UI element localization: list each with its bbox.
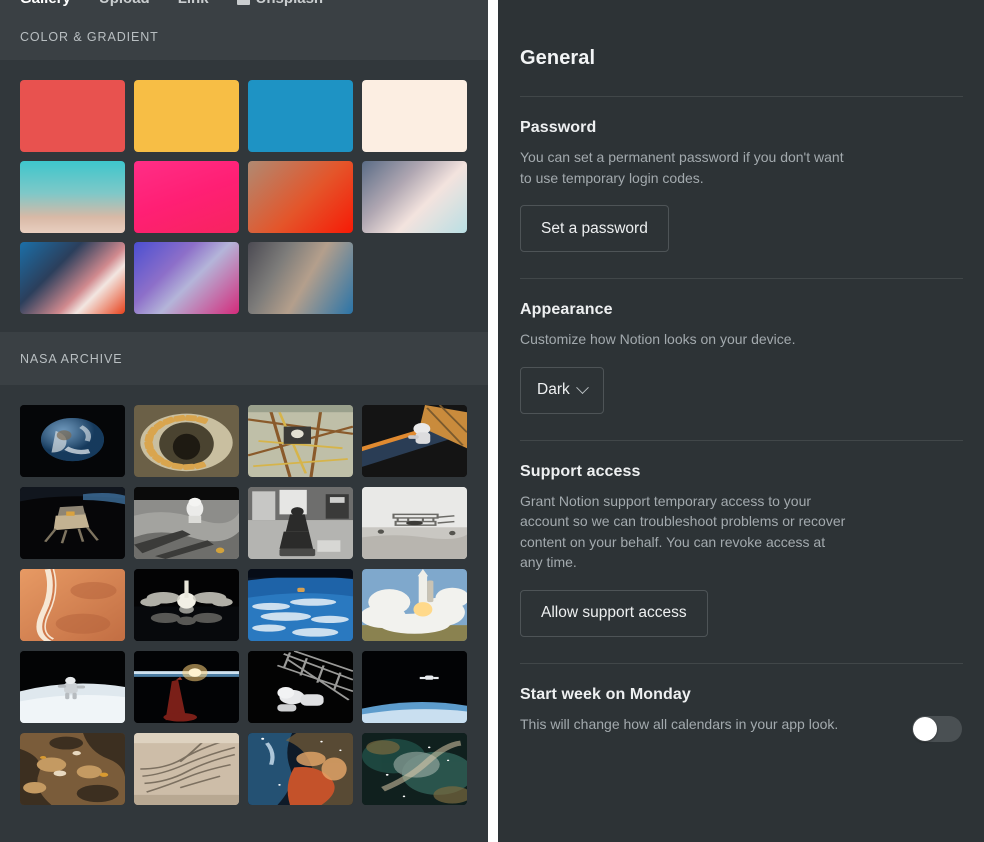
nasa-thumbnail-grid xyxy=(20,405,468,805)
nasa-thumbnail-rocket-engine-interior[interactable] xyxy=(134,405,239,477)
nasa-thumbnail-orbital-sunrise[interactable] xyxy=(134,651,239,723)
password-description: You can set a permanent password if you … xyxy=(520,149,844,186)
tab-unsplash-label: Unsplash xyxy=(256,0,324,6)
image-picker-panel: Gallery Upload Link Unsplash COLOR & GRA… xyxy=(0,0,488,842)
screen-root: Gallery Upload Link Unsplash COLOR & GRA… xyxy=(0,0,984,842)
panel-gap xyxy=(488,0,498,842)
set-password-button[interactable]: Set a password xyxy=(520,205,669,252)
color-swatch-slate-sand-gradient[interactable] xyxy=(248,242,353,314)
tab-link[interactable]: Link xyxy=(178,0,209,6)
chevron-down-icon xyxy=(575,380,589,394)
nasa-thumbnail-desert-terrain-aerial[interactable] xyxy=(20,569,125,641)
section-header-color-gradient: COLOR & GRADIENT xyxy=(0,14,488,60)
settings-panel: General Password You can set a permanent… xyxy=(498,0,984,842)
appearance-description: Customize how Notion looks on your devic… xyxy=(520,331,796,347)
picker-tabbar: Gallery Upload Link Unsplash xyxy=(0,0,488,14)
color-swatch-blue-red-gradient[interactable] xyxy=(20,242,125,314)
nasa-thumbnail-earth-blue-marble[interactable] xyxy=(20,405,125,477)
support-heading: Support access xyxy=(520,462,641,480)
section-header-color-gradient-label: COLOR & GRADIENT xyxy=(20,30,159,44)
nasa-thumbnail-nebula-teal[interactable] xyxy=(362,733,467,805)
tab-upload[interactable]: Upload xyxy=(99,0,150,6)
setting-appearance: Appearance Customize how Notion looks on… xyxy=(520,279,962,414)
nasa-thumbnail-river-delta-satellite[interactable] xyxy=(20,733,125,805)
appearance-select[interactable]: Dark xyxy=(520,366,604,414)
nasa-thumbnail-spacecraft-construction[interactable] xyxy=(248,405,353,477)
start-week-text-group: Start week on Monday This will change ho… xyxy=(520,686,838,735)
toggle-knob xyxy=(913,716,937,741)
color-swatch-teal-gradient[interactable] xyxy=(20,161,125,233)
setting-password: Password You can set a permanent passwor… xyxy=(520,97,962,252)
tab-gallery-label: Gallery xyxy=(20,0,71,6)
nasa-thumbnail-night-rocket-launch[interactable] xyxy=(134,569,239,641)
nasa-thumbnail-earth-ocean-clouds[interactable] xyxy=(248,569,353,641)
section-header-nasa-archive: NASA ARCHIVE xyxy=(0,332,488,385)
color-gradient-body xyxy=(0,60,488,332)
allow-support-access-button[interactable]: Allow support access xyxy=(520,589,708,637)
nasa-thumbnail-astronaut-moon-surface[interactable] xyxy=(134,487,239,559)
nasa-thumbnail-shuttle-launch[interactable] xyxy=(362,569,467,641)
color-swatch-yellow[interactable] xyxy=(134,80,239,152)
appearance-selected-value: Dark xyxy=(537,381,570,398)
start-week-description: This will change how all calendars in yo… xyxy=(520,715,839,732)
setting-support-access: Support access Grant Notion support temp… xyxy=(520,441,962,637)
nasa-thumbnail-lunar-module[interactable] xyxy=(20,487,125,559)
color-swatch-blue[interactable] xyxy=(248,80,353,152)
password-heading: Password xyxy=(520,119,597,136)
tab-upload-label: Upload xyxy=(99,0,150,6)
nasa-thumbnail-astronaut-truss[interactable] xyxy=(248,651,353,723)
support-description: Grant Notion support temporary access to… xyxy=(520,492,846,571)
section-header-nasa-archive-label: NASA ARCHIVE xyxy=(20,351,123,366)
color-swatch-orange-red-gradient[interactable] xyxy=(248,161,353,233)
page-title: General xyxy=(520,47,596,69)
color-swatch-purple-pink-gradient[interactable] xyxy=(134,242,239,314)
appearance-heading: Appearance xyxy=(520,301,613,318)
color-swatch-pastel-blue-gradient[interactable] xyxy=(362,161,467,233)
nasa-thumbnail-mountain-erosion-aerial[interactable] xyxy=(134,733,239,805)
color-swatch-pink-gradient[interactable] xyxy=(134,161,239,233)
tab-unsplash[interactable]: Unsplash xyxy=(236,0,324,6)
color-swatch-cream[interactable] xyxy=(362,80,467,152)
start-week-heading: Start week on Monday xyxy=(520,685,691,703)
setting-start-week-monday: Start week on Monday This will change ho… xyxy=(520,664,962,742)
tab-link-label: Link xyxy=(178,0,209,6)
color-swatch-red[interactable] xyxy=(20,80,125,152)
nasa-thumbnail-astronaut-spacewalk-solar[interactable] xyxy=(362,405,467,477)
nasa-archive-body xyxy=(0,385,488,823)
tab-gallery[interactable]: Gallery xyxy=(20,0,71,6)
nasa-thumbnail-carina-nebula-pillar[interactable] xyxy=(248,733,353,805)
nasa-thumbnail-wright-flyer[interactable] xyxy=(362,487,467,559)
start-week-toggle[interactable] xyxy=(912,715,962,742)
nasa-thumbnail-untethered-spacewalk[interactable] xyxy=(20,651,125,723)
color-swatch-grid xyxy=(20,80,468,314)
nasa-thumbnail-satellite-over-earth[interactable] xyxy=(362,651,467,723)
image-icon xyxy=(236,0,250,5)
nasa-thumbnail-mission-control-bw[interactable] xyxy=(248,487,353,559)
